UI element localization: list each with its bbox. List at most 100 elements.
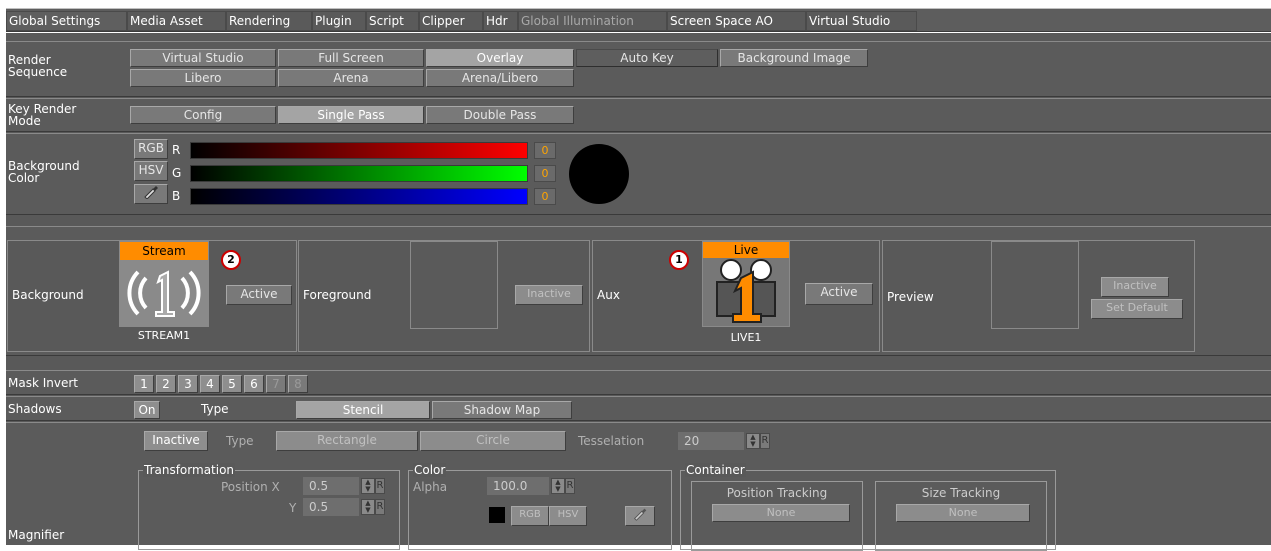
mask-invert-1[interactable]: 1 (134, 375, 154, 393)
key-render-mode-label: Key Render Mode (8, 102, 77, 128)
eyedropper-icon (633, 508, 647, 521)
eyedropper-icon (144, 186, 158, 200)
aux-source-name: LIVE1 (730, 331, 762, 344)
position-y-input[interactable]: 0.5 (303, 498, 359, 516)
magnifier-color-swatch[interactable] (489, 507, 505, 523)
render-sequence-row: Render Sequence Virtual Studio Full Scre… (6, 41, 1271, 97)
blue-slider[interactable] (190, 188, 528, 205)
tab-global-illumination[interactable]: Global Illumination (518, 11, 667, 31)
aux-active-button[interactable]: Active (805, 283, 873, 305)
mask-invert-4[interactable]: 4 (200, 375, 220, 393)
tesselation-input[interactable]: 20 (678, 432, 744, 450)
red-slider[interactable] (190, 142, 528, 159)
key-mode-config[interactable]: Config (130, 106, 276, 124)
background-layer-thumbnail[interactable]: Stream (119, 241, 209, 327)
magnifier-color-group: Color Alpha 100.0 ▲ ▼ R RGB HSV (408, 463, 672, 550)
red-value[interactable]: 0 (534, 142, 556, 159)
shadows-on-toggle[interactable]: On (134, 401, 160, 419)
background-source-name: STREAM1 (137, 329, 191, 342)
alpha-reset[interactable]: R (565, 478, 575, 494)
mask-invert-5[interactable]: 5 (222, 375, 242, 393)
size-tracking-select[interactable]: None (896, 504, 1030, 522)
color-preview-swatch (569, 144, 629, 204)
tab-global-settings[interactable]: Global Settings (6, 11, 127, 31)
render-seq-background-image[interactable]: Background Image (720, 49, 868, 67)
size-tracking-box: Size Tracking None (875, 481, 1047, 551)
render-seq-auto-key[interactable]: Auto Key (576, 49, 718, 67)
tab-media-asset[interactable]: Media Asset (127, 11, 226, 31)
tab-virtual-studio[interactable]: Virtual Studio (806, 11, 917, 31)
position-tracking-box: Position Tracking None (691, 481, 863, 551)
tab-plugin[interactable]: Plugin (312, 11, 366, 31)
render-seq-arena[interactable]: Arena (278, 69, 424, 87)
aux-layer-label: Aux (597, 288, 620, 302)
magnifier-eyedropper-button[interactable] (625, 506, 655, 526)
magnifier-state-button[interactable]: Inactive (144, 431, 208, 451)
alpha-input[interactable]: 100.0 (487, 477, 549, 495)
position-x-spinner[interactable]: ▲ ▼ (361, 478, 375, 494)
render-sequence-label: Render Sequence (8, 53, 68, 79)
eyedropper-button[interactable] (134, 184, 168, 204)
magnifier-type-rectangle[interactable]: Rectangle (276, 431, 418, 451)
background-color-label: Background Color (8, 159, 80, 185)
position-y-spinner[interactable]: ▲ ▼ (361, 499, 375, 515)
key-mode-single-pass[interactable]: Single Pass (278, 106, 424, 124)
channel-r-label: R (172, 143, 181, 157)
aux-layer-panel: Aux 1 Live LIVE1 Active (592, 240, 880, 352)
settings-panel: Render Sequence Virtual Studio Full Scre… (6, 33, 1271, 551)
tab-rendering[interactable]: Rendering (226, 11, 312, 31)
alpha-label: Alpha (413, 480, 448, 494)
key-mode-double-pass[interactable]: Double Pass (426, 106, 574, 124)
tab-hdr[interactable]: Hdr (483, 11, 518, 31)
mask-invert-3[interactable]: 3 (178, 375, 198, 393)
mask-invert-7[interactable]: 7 (266, 375, 286, 393)
shadow-map-button[interactable]: Shadow Map (432, 401, 572, 419)
foreground-layer-panel: Foreground Inactive (298, 240, 590, 352)
mask-invert-8[interactable]: 8 (288, 375, 308, 393)
green-slider[interactable] (190, 165, 528, 182)
set-default-button[interactable]: Set Default (1091, 299, 1183, 319)
green-value[interactable]: 0 (534, 165, 556, 182)
stream-icon (120, 260, 208, 326)
position-y-reset[interactable]: R (375, 499, 385, 515)
foreground-inactive-button[interactable]: Inactive (515, 285, 583, 305)
foreground-layer-thumbnail[interactable] (410, 241, 498, 329)
mask-invert-2[interactable]: 2 (156, 375, 176, 393)
position-x-input[interactable]: 0.5 (303, 477, 359, 495)
shadows-type-label: Type (201, 402, 229, 416)
preview-layer-thumbnail[interactable] (991, 241, 1079, 329)
aux-layer-thumbnail[interactable]: Live (702, 241, 790, 327)
render-seq-libero[interactable]: Libero (130, 69, 276, 87)
render-seq-full-screen[interactable]: Full Screen (278, 49, 424, 67)
tesselation-reset[interactable]: R (760, 433, 770, 449)
magnifier-color-rgb[interactable]: RGB (511, 506, 549, 526)
tab-screen-space-ao[interactable]: Screen Space AO (667, 11, 806, 31)
magnifier-type-circle[interactable]: Circle (420, 431, 566, 451)
channel-b-label: B (172, 189, 181, 203)
background-layer-panel: Background Stream STREAM1 Active 2 (7, 240, 297, 352)
blue-value[interactable]: 0 (534, 188, 556, 205)
foreground-layer-label: Foreground (303, 288, 372, 302)
tab-clipper[interactable]: Clipper (419, 11, 483, 31)
transformation-group: Transformation Position X 0.5 ▲ ▼ R Y 0.5… (138, 463, 400, 550)
magnifier-label: Magnifier (8, 528, 65, 542)
position-tracking-select[interactable]: None (712, 504, 850, 522)
position-x-reset[interactable]: R (375, 478, 385, 494)
color-mode-rgb[interactable]: RGB (134, 139, 168, 159)
tab-script[interactable]: Script (366, 11, 419, 31)
alpha-spinner[interactable]: ▲ ▼ (551, 478, 565, 494)
preview-inactive-button[interactable]: Inactive (1101, 277, 1169, 297)
render-seq-virtual-studio[interactable]: Virtual Studio (130, 49, 276, 67)
shadow-stencil-button[interactable]: Stencil (296, 401, 430, 419)
render-seq-arena-libero[interactable]: Arena/Libero (426, 69, 574, 87)
tesselation-spinner[interactable]: ▲ ▼ (746, 433, 760, 449)
background-color-row: Background Color RGB HSV R G B 0 0 0 (6, 133, 1271, 215)
color-mode-hsv[interactable]: HSV (134, 161, 168, 181)
tesselation-label: Tesselation (578, 434, 645, 448)
mask-invert-6[interactable]: 6 (244, 375, 264, 393)
background-active-button[interactable]: Active (226, 285, 292, 305)
position-x-label: Position X (221, 480, 280, 494)
magnifier-type-label: Type (226, 434, 254, 448)
magnifier-color-hsv[interactable]: HSV (549, 506, 587, 526)
render-seq-overlay[interactable]: Overlay (426, 49, 574, 67)
